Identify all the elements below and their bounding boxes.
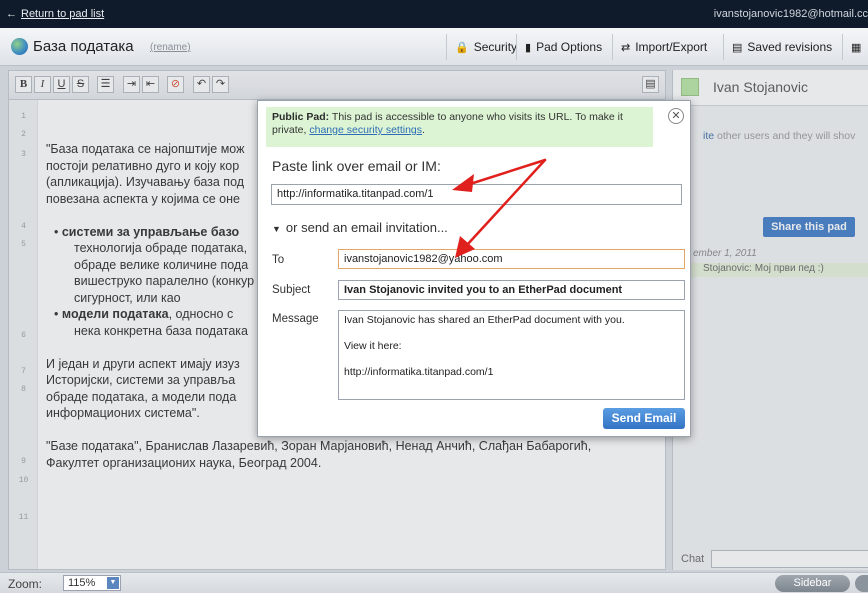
to-label: To [272, 254, 285, 266]
security-label: Security [473, 40, 518, 54]
message-field[interactable]: Ivan Stojanovic has shared an EtherPad d… [338, 310, 685, 400]
pad-options-label: Pad Options [536, 40, 603, 54]
rename-link[interactable]: (rename) [150, 42, 191, 53]
message-line [344, 327, 679, 340]
to-email-field[interactable]: ivanstojanovic1982@yahoo.com [338, 249, 685, 269]
zoom-select[interactable]: 115% ▼ [63, 575, 121, 591]
page-icon: ▮ [525, 42, 532, 54]
close-icon[interactable]: ✕ [668, 108, 684, 124]
bottom-bar: Zoom: 115% ▼ Sidebar [0, 572, 868, 593]
left-arrow-icon: ← [6, 8, 17, 20]
top-bar: ← Return to pad list ivanstojanovic1982@h… [0, 0, 868, 28]
more-icon: ▦ [851, 42, 862, 54]
chevron-down-icon: ▼ [107, 577, 119, 589]
more-button[interactable]: ▦ [842, 34, 868, 60]
sidebar-toggle-button[interactable]: Sidebar [775, 575, 850, 592]
zoom-value: 115% [68, 577, 96, 589]
message-label: Message [272, 313, 319, 325]
user-email: ivanstojanovic1982@hotmail.cc [713, 8, 868, 20]
security-button[interactable]: 🔒 Security [446, 34, 525, 60]
email-invitation-toggle[interactable]: ▼ or send an email invitation... [272, 220, 448, 235]
import-export-button[interactable]: ⇄ Import/Export [612, 34, 715, 60]
notice-title: Public Pad: [272, 111, 330, 123]
message-line: http://informatika.titanpad.com/1 [344, 366, 494, 378]
saved-revisions-button[interactable]: ▤ Saved revisions [723, 34, 840, 60]
swap-arrows-icon: ⇄ [621, 42, 631, 54]
send-email-button[interactable]: Send Email [603, 408, 685, 429]
pad-options-button[interactable]: ▮ Pad Options [516, 34, 610, 60]
pad-url-field[interactable]: http://informatika.titanpad.com/1 [271, 184, 682, 205]
subject-field[interactable]: Ivan Stojanovic invited you to an EtherP… [338, 280, 685, 300]
saved-revisions-label: Saved revisions [747, 40, 833, 54]
notice-end: . [422, 124, 425, 136]
lock-icon: 🔒 [455, 42, 469, 54]
security-settings-link[interactable]: change security settings [309, 124, 422, 136]
message-line: Ivan Stojanovic has shared an EtherPad d… [344, 314, 625, 326]
message-line: View it here: [344, 340, 402, 352]
share-dialog: Public Pad: This pad is accessible to an… [257, 100, 691, 437]
public-pad-notice: Public Pad: This pad is accessible to an… [266, 107, 653, 147]
return-link-text[interactable]: Return to pad list [21, 8, 104, 20]
title-bar: База података (rename) 🔒 Security ▮ Pad Op… [0, 28, 868, 66]
zoom-label: Zoom: [8, 577, 43, 591]
email-invitation-label: or send an email invitation... [285, 220, 448, 235]
extra-button[interactable] [855, 575, 868, 592]
globe-icon [11, 38, 28, 55]
save-icon: ▤ [732, 42, 743, 54]
subject-label: Subject [272, 284, 311, 296]
paste-link-label: Paste link over email or IM: [272, 158, 441, 174]
message-line [344, 353, 679, 366]
import-export-label: Import/Export [635, 40, 708, 54]
return-to-pad-list-link[interactable]: ← Return to pad list [6, 8, 104, 20]
pad-title: База података [33, 38, 134, 55]
triangle-down-icon: ▼ [272, 224, 281, 234]
